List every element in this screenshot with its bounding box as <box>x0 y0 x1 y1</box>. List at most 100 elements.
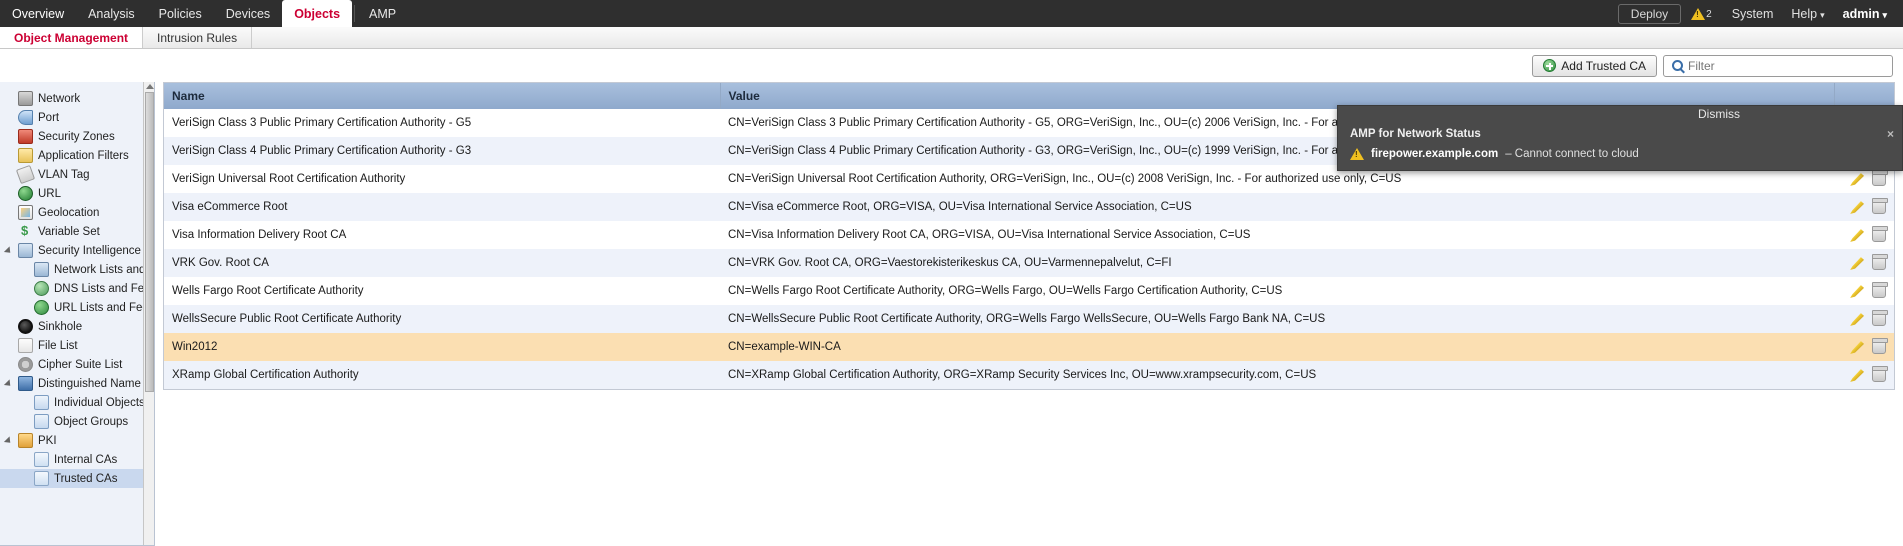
sidebar-item-label: Individual Objects <box>54 396 145 409</box>
table-row[interactable]: Win2012 CN=example-WIN-CA <box>164 333 1894 361</box>
sidebar-item-label: Geolocation <box>38 206 100 219</box>
table-row[interactable]: XRamp Global Certification Authority CN=X… <box>164 361 1894 389</box>
sidebar-item-vlan-tag[interactable]: VLAN Tag <box>0 164 154 185</box>
sidebar-item-object-groups[interactable]: Object Groups <box>0 412 154 431</box>
sidebar-item-label: Network Lists and Feeds <box>54 263 154 276</box>
individual-objects-icon <box>34 395 49 410</box>
sidebar-item-label: Security Zones <box>38 130 115 143</box>
edit-pencil-icon[interactable] <box>1850 369 1864 382</box>
sidebar-item-trusted-cas[interactable]: Trusted CAs <box>0 469 154 488</box>
nav-item-amp[interactable]: AMP <box>357 0 408 27</box>
nav-divider <box>354 5 356 22</box>
cell-value: CN=Visa Information Delivery Root CA, OR… <box>720 221 1834 249</box>
sidebar-item-dns-lists-and-feeds[interactable]: DNS Lists and Feeds <box>0 279 154 298</box>
expand-twisty-icon[interactable] <box>3 245 14 256</box>
tab-intrusion-rules[interactable]: Intrusion Rules <box>143 27 253 48</box>
edit-pencil-icon[interactable] <box>1850 341 1864 354</box>
sidebar-item-port[interactable]: Port <box>0 108 154 127</box>
sidebar-item-sinkhole[interactable]: Sinkhole <box>0 317 154 336</box>
nav-item-overview[interactable]: Overview <box>0 0 76 27</box>
tab-object-management[interactable]: Object Management <box>0 27 144 48</box>
sidebar-item-url[interactable]: URL <box>0 184 154 203</box>
user-menu[interactable]: admin ▾ <box>1835 7 1895 21</box>
main-nav-items: Overview Analysis Policies Devices Objec… <box>0 0 408 27</box>
sidebar-item-file-list[interactable]: File List <box>0 336 154 355</box>
network-icon <box>18 91 33 106</box>
system-menu[interactable]: System <box>1724 7 1782 21</box>
delete-trash-icon[interactable] <box>1872 170 1888 186</box>
sidebar-item-network-lists-and-feeds[interactable]: Network Lists and Feeds <box>0 260 154 279</box>
delete-trash-icon[interactable] <box>1872 198 1888 214</box>
nav-item-devices[interactable]: Devices <box>214 0 282 27</box>
filter-container[interactable] <box>1663 54 1893 77</box>
amp-status-notification: AMP for Network Status × firepower.examp… <box>1337 105 1903 171</box>
column-header-name[interactable]: Name <box>164 83 721 109</box>
table-row[interactable]: Visa Information Delivery Root CA CN=Visa… <box>164 221 1894 249</box>
delete-trash-icon[interactable] <box>1872 254 1888 270</box>
user-label: admin <box>1842 6 1880 21</box>
edit-pencil-icon[interactable] <box>1850 257 1864 270</box>
cell-name: XRamp Global Certification Authority <box>164 361 720 389</box>
sidebar-item-security-intelligence[interactable]: Security Intelligence <box>0 241 154 260</box>
cell-actions <box>1834 249 1894 277</box>
top-nav-right-group: Deploy 2 System Help▾ admin▾ <box>1617 0 1903 27</box>
sidebar-item-application-filters[interactable]: Application Filters <box>0 146 154 165</box>
scroll-up-arrow-icon[interactable] <box>146 84 154 89</box>
delete-trash-icon[interactable] <box>1872 282 1888 298</box>
edit-pencil-icon[interactable] <box>1850 313 1864 326</box>
sidebar-item-label: Object Groups <box>54 415 129 428</box>
sidebar-item-label: Sinkhole <box>38 320 83 333</box>
add-trusted-ca-button[interactable]: Add Trusted CA <box>1532 54 1657 77</box>
sidebar-item-individual-objects[interactable]: Individual Objects <box>0 393 154 412</box>
variable-set-icon <box>18 223 33 239</box>
expand-twisty-icon[interactable] <box>3 435 14 446</box>
warning-triangle-icon <box>1691 7 1706 20</box>
cell-value: CN=Visa eCommerce Root, ORG=VISA, OU=Vis… <box>720 193 1834 221</box>
add-trusted-ca-label: Add Trusted CA <box>1561 58 1646 73</box>
filter-input[interactable] <box>1688 58 1884 73</box>
sidebar-item-label: Trusted CAs <box>54 472 118 485</box>
delete-trash-icon[interactable] <box>1872 366 1888 382</box>
edit-pencil-icon[interactable] <box>1850 285 1864 298</box>
table-row[interactable]: Visa eCommerce Root CN=Visa eCommerce Roo… <box>164 193 1894 221</box>
delete-trash-icon[interactable] <box>1872 226 1888 242</box>
sidebar-item-cipher-suite-list[interactable]: Cipher Suite List <box>0 355 154 374</box>
cell-name: VeriSign Class 3 Public Primary Certific… <box>164 109 720 137</box>
edit-pencil-icon[interactable] <box>1850 173 1864 186</box>
table-row[interactable]: Wells Fargo Root Certificate Authority CN… <box>164 277 1894 305</box>
edit-pencil-icon[interactable] <box>1850 201 1864 214</box>
sidebar-item-internal-cas[interactable]: Internal CAs <box>0 450 154 469</box>
page-body: Network Port Security Zones Application Fil… <box>0 49 1903 546</box>
sidebar-item-distinguished-name[interactable]: Distinguished Name <box>0 374 154 393</box>
warning-notifications-badge[interactable]: 2 <box>1691 7 1712 20</box>
nav-item-analysis[interactable]: Analysis <box>76 0 147 27</box>
sidebar-item-security-zones[interactable]: Security Zones <box>0 127 154 146</box>
sidebar-scrollbar[interactable] <box>143 82 154 545</box>
sidebar-item-url-lists-and-feeds[interactable]: URL Lists and Feeds <box>0 298 154 317</box>
close-icon[interactable]: × <box>1887 128 1894 140</box>
expand-twisty-icon[interactable] <box>3 378 14 389</box>
cell-value: CN=XRamp Global Certification Authority,… <box>720 361 1834 389</box>
cell-value: CN=Wells Fargo Root Certificate Authorit… <box>720 277 1834 305</box>
table-row[interactable]: VRK Gov. Root CA CN=VRK Gov. Root CA, ORG… <box>164 249 1894 277</box>
sidebar-item-pki[interactable]: PKI <box>0 431 154 450</box>
delete-trash-icon[interactable] <box>1872 338 1888 354</box>
sidebar-item-network[interactable]: Network <box>0 89 154 108</box>
table-row[interactable]: WellsSecure Public Root Certificate Auth… <box>164 305 1894 333</box>
content-toolbar: Add Trusted CA <box>155 49 1903 82</box>
sidebar-item-label: PKI <box>38 434 57 447</box>
help-menu[interactable]: Help ▾ <box>1783 7 1832 21</box>
deploy-button[interactable]: Deploy <box>1617 3 1682 24</box>
sidebar-item-geolocation[interactable]: Geolocation <box>0 203 154 222</box>
scrollbar-thumb[interactable] <box>145 92 154 392</box>
sidebar-item-variable-set[interactable]: Variable Set <box>0 222 154 241</box>
nav-item-objects[interactable]: Objects <box>282 0 353 27</box>
notification-body: firepower.example.com – Cannot connect t… <box>1338 146 1902 170</box>
help-label: Help <box>1791 6 1818 21</box>
dns-lists-icon <box>34 281 49 296</box>
edit-pencil-icon[interactable] <box>1850 229 1864 242</box>
delete-trash-icon[interactable] <box>1872 310 1888 326</box>
object-groups-icon <box>34 414 49 429</box>
nav-item-policies[interactable]: Policies <box>147 0 214 27</box>
url-lists-icon <box>34 300 49 315</box>
